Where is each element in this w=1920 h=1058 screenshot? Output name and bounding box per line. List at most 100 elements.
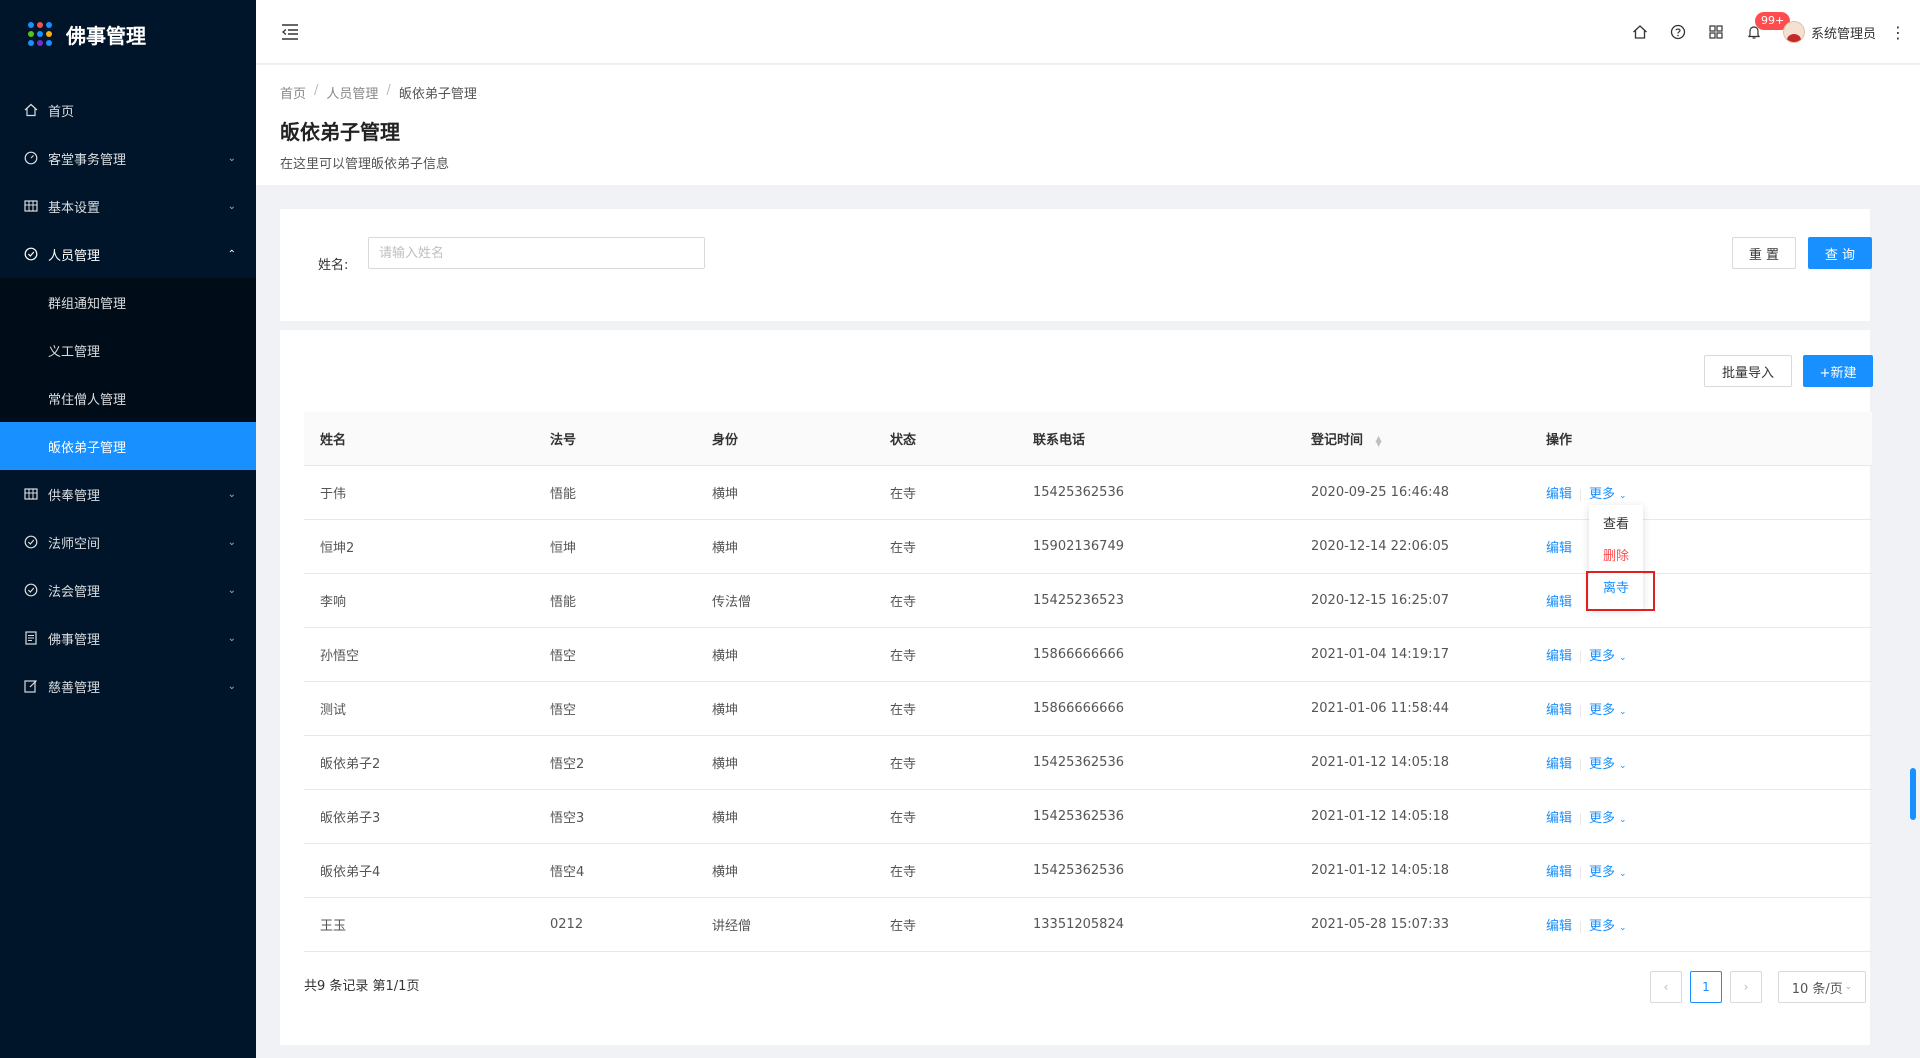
edit-link[interactable]: 编辑 [1546, 811, 1572, 826]
sidebar-item-guest-affairs[interactable]: 客堂事务管理 ⌄ [0, 134, 256, 182]
sort-icon[interactable]: ▲ ▼ [1376, 434, 1382, 447]
more-actions-link[interactable]: 更多 ⌄ [1589, 865, 1627, 880]
cell-actions: 编辑 更多 ⌄ [1530, 915, 1872, 934]
cell-identity: 横坤 [712, 703, 739, 718]
sidebar-item-home[interactable]: 首页 [0, 86, 256, 134]
prev-page-button[interactable]: ‹ [1650, 971, 1682, 1003]
cell-dharma-name: 悟能 [550, 595, 577, 610]
more-actions-link[interactable]: 更多 ⌄ [1589, 703, 1627, 718]
edit-link[interactable]: 编辑 [1546, 487, 1572, 502]
query-button[interactable]: 查 询 [1808, 237, 1872, 269]
cell-register-time: 2021-01-12 14:05:18 [1311, 809, 1450, 824]
breadcrumb: 首页 / 人员管理 / 皈依弟子管理 [280, 83, 1896, 102]
edit-icon [24, 679, 38, 693]
sidebar-item-group-notice[interactable]: 群组通知管理 [0, 278, 256, 326]
sidebar-item-volunteers[interactable]: 义工管理 [0, 326, 256, 374]
search-panel: 姓名: 重 置 查 询 [280, 209, 1872, 321]
help-icon[interactable] [1659, 0, 1697, 64]
edit-link[interactable]: 编辑 [1546, 649, 1572, 664]
chevron-down-icon: ⌄ [227, 536, 236, 548]
name-field-label: 姓名: [318, 258, 349, 273]
page-scrollbar[interactable] [1910, 768, 1916, 820]
user-menu[interactable]: 系统管理员 ⋮ [1773, 0, 1920, 64]
sidebar-item-dharma-assembly[interactable]: 法会管理 ⌄ [0, 566, 256, 614]
edit-link[interactable]: 编辑 [1546, 919, 1572, 934]
sidebar-item-offerings[interactable]: 供奉管理 ⌄ [0, 470, 256, 518]
cell-actions: 编辑 更多 ⌄ [1530, 861, 1872, 880]
menu-fold-icon[interactable] [280, 22, 300, 42]
more-actions-link[interactable]: 更多 ⌄ [1589, 649, 1627, 664]
edit-link[interactable]: 编辑 [1546, 757, 1572, 772]
total-records-text: 共9 条记录 第1/1页 [304, 979, 420, 994]
page-header: 首页 / 人员管理 / 皈依弟子管理 皈依弟子管理 在这里可以管理皈依弟子信息 [256, 65, 1920, 185]
sidebar-item-disciples[interactable]: 皈依弟子管理 [0, 422, 256, 470]
cell-name: 测试 [320, 703, 347, 718]
dropdown-delete-item[interactable]: 删除 [1589, 541, 1643, 573]
table-header: 姓名 法号 身份 状态 联系电话 登记时间 ▲ ▼ 操作 [304, 412, 1872, 466]
page-number-button[interactable]: 1 [1690, 971, 1722, 1003]
reset-button[interactable]: 重 置 [1732, 237, 1796, 269]
sidebar-item-label: 法师空间 [48, 536, 101, 552]
add-new-button[interactable]: +新建 [1803, 355, 1873, 387]
apps-icon[interactable] [1697, 0, 1735, 64]
sidebar-item-label: 慈善管理 [48, 680, 101, 696]
cell-register-time: 2021-01-06 11:58:44 [1311, 701, 1450, 716]
edit-link[interactable]: 编辑 [1546, 865, 1572, 880]
cell-register-time: 2021-01-12 14:05:18 [1311, 863, 1450, 878]
sidebar-item-buddhist-affairs[interactable]: 佛事管理 ⌄ [0, 614, 256, 662]
edit-link[interactable]: 编辑 [1546, 541, 1572, 556]
more-vertical-icon[interactable]: ⋮ [1890, 23, 1906, 42]
edit-link[interactable]: 编辑 [1546, 595, 1572, 610]
cell-identity: 横坤 [712, 865, 739, 880]
cell-dharma-name: 0212 [550, 917, 584, 932]
cell-phone: 15902136749 [1033, 539, 1124, 554]
table-row: 皈依弟子2 悟空2 横坤 在寺 15425362536 2021-01-12 14:05:… [304, 736, 1872, 790]
sidebar-item-personnel[interactable]: 人员管理 ⌃ [0, 230, 256, 278]
breadcrumb-separator: / [386, 83, 391, 98]
cell-name: 皈依弟子3 [320, 811, 381, 826]
breadcrumb-personnel[interactable]: 人员管理 [326, 83, 378, 102]
notification-bell-icon[interactable]: 99+ [1735, 0, 1791, 64]
cell-actions: 编辑 更多 ⌄ [1530, 483, 1872, 502]
cell-phone: 13351205824 [1033, 917, 1124, 932]
cell-identity: 横坤 [712, 541, 739, 556]
chevron-down-icon: ⌄ [1619, 869, 1627, 879]
more-actions-link[interactable]: 更多 ⌄ [1589, 919, 1627, 934]
breadcrumb-home[interactable]: 首页 [280, 83, 306, 102]
cell-register-time: 2021-01-04 14:19:17 [1311, 647, 1450, 662]
chevron-down-icon: ⌄ [227, 488, 236, 500]
sidebar-item-resident-monks[interactable]: 常住僧人管理 [0, 374, 256, 422]
logo[interactable]: 佛事管理 [0, 0, 256, 68]
more-actions-link[interactable]: 更多 ⌄ [1589, 757, 1627, 772]
sidebar-item-basic-settings[interactable]: 基本设置 ⌄ [0, 182, 256, 230]
chevron-down-icon: ⌄ [1619, 815, 1627, 825]
page-size-select[interactable]: 10 条/页 ⌄ [1778, 971, 1866, 1003]
chevron-down-icon: ⌄ [1619, 491, 1627, 501]
cell-dharma-name: 悟空3 [550, 811, 585, 826]
cell-phone: 15425362536 [1033, 863, 1124, 878]
table-icon [24, 199, 38, 213]
column-header-name: 姓名 [320, 433, 347, 448]
chevron-down-icon: ⌄ [1619, 761, 1627, 771]
more-actions-link[interactable]: 更多 ⌄ [1589, 811, 1627, 826]
more-actions-label: 更多 [1589, 919, 1616, 934]
cell-register-time: 2021-05-28 15:07:33 [1311, 917, 1450, 932]
more-actions-link[interactable]: 更多 ⌄ [1589, 487, 1627, 502]
batch-import-button[interactable]: 批量导入 [1704, 355, 1792, 387]
cell-register-time: 2020-12-15 16:25:07 [1311, 593, 1450, 608]
dropdown-view-item[interactable]: 查看 [1589, 509, 1643, 541]
more-actions-label: 更多 [1589, 757, 1616, 772]
table-row: 皈依弟子4 悟空4 横坤 在寺 15425362536 2021-01-12 14:05:… [304, 844, 1872, 898]
chevron-down-icon: ⌄ [227, 152, 236, 164]
next-page-button[interactable]: › [1730, 971, 1762, 1003]
sidebar-item-charity[interactable]: 慈善管理 ⌄ [0, 662, 256, 710]
cell-phone: 15866666666 [1033, 647, 1124, 662]
edit-link[interactable]: 编辑 [1546, 703, 1572, 718]
home-icon[interactable] [1621, 0, 1659, 64]
column-header-register-time[interactable]: 登记时间 ▲ ▼ [1295, 429, 1530, 448]
table-row: 皈依弟子3 悟空3 横坤 在寺 15425362536 2021-01-12 14:05:… [304, 790, 1872, 844]
cell-actions: 编辑 更多 ⌄ [1530, 645, 1872, 664]
sidebar-item-master-space[interactable]: 法师空间 ⌄ [0, 518, 256, 566]
name-search-input[interactable] [368, 237, 705, 269]
column-header-identity: 身份 [712, 433, 739, 448]
